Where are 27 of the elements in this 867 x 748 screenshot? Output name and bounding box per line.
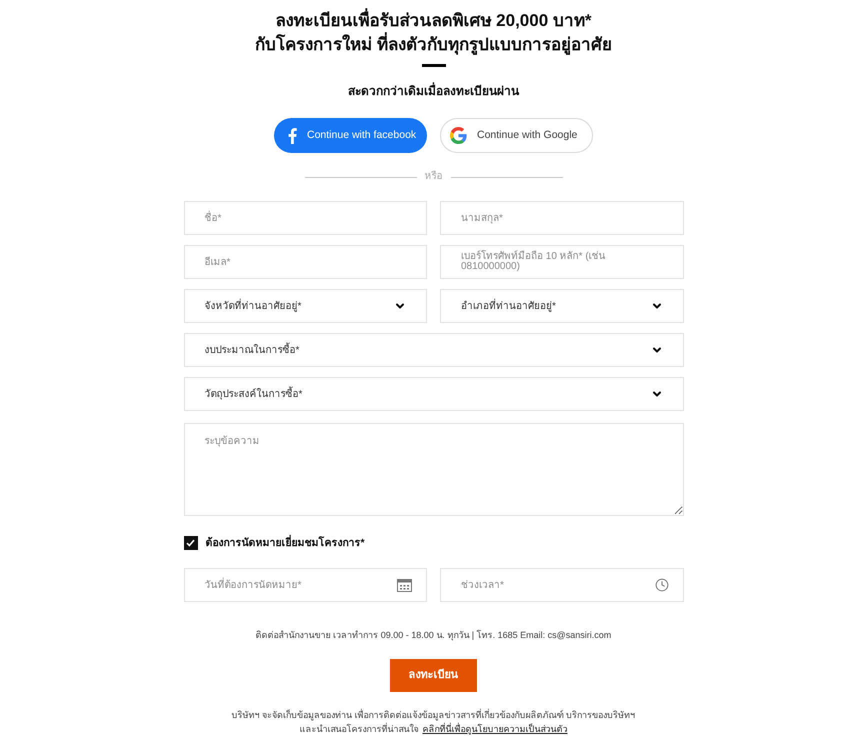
dropdown-field[interactable]: วัตถุประสงค์ในการซื้อ* <box>184 377 684 411</box>
google-login-button[interactable]: Continue with Google <box>440 118 593 153</box>
facebook-icon <box>288 128 297 144</box>
dropdown-field[interactable]: อำเภอที่ท่านอาศัยอยู่* <box>440 289 684 323</box>
dropdown-field[interactable]: งบประมาณในการซื้อ* <box>184 333 684 367</box>
page-title: ลงทะเบียนเพื่อรับส่วนลดพิเศษ 20,000 บาท* กับโครงการใหม่ ที่ลงตัวกับทุกรูปแบบการอยู่อาศัย <box>255 9 612 57</box>
text-field[interactable]: นามสกุล* <box>440 201 684 235</box>
title-accent-bar <box>422 64 446 67</box>
checkbox[interactable] <box>184 536 198 550</box>
date-field[interactable]: วันที่ต้องการนัดหมาย* <box>184 568 427 602</box>
text-field[interactable]: ชื่อ* <box>184 201 427 235</box>
privacy-policy-link[interactable]: คลิกที่นี่เพื่อดูนโยบายความเป็นส่วนตัว <box>422 724 568 734</box>
contact-info: ติดต่อสำนักงานขาย เวลาทำการ 09.00 - 18.00 น. ทุกวัน | โทร. 1685 Email: cs@sansiri.com <box>256 628 612 642</box>
phone-field[interactable]: เบอร์โทรศัพท์มือถือ 10 หลัก* (เช่น 0810000000) <box>440 245 684 279</box>
separator-text: หรือ <box>424 170 442 184</box>
message-field[interactable]: ระบุข้อความ <box>184 423 684 516</box>
subtitle: สะดวกกว่าเดิมเมื่อลงทะเบียนผ่าน <box>348 82 519 100</box>
text-field[interactable]: อีเมล* <box>184 245 427 279</box>
checkbox-label: ต้องการนัดหมายเยี่ยมชมโครงการ* <box>206 535 365 551</box>
facebook-login-button[interactable]: Continue with facebook <box>274 118 427 153</box>
google-icon <box>450 127 467 144</box>
register-button[interactable]: ลงทะเบียน <box>390 659 477 692</box>
time-field[interactable]: ช่วงเวลา* <box>440 568 684 602</box>
dropdown-field[interactable]: จังหวัดที่ท่านอาศัยอยู่* <box>184 289 427 323</box>
privacy-notice: บริษัทฯ จะจัดเก็บข้อมูลของท่าน เพื่อการติดต่อแจ้งข้อมูลข่าวสารที่เกี่ยวข้องกับผลิตภัณฑ์ บริการของบริษัทฯ และนำเสนอโครงการที่น่าสนใจ คลิกที่นี่เพื่อดูนโยบายความเป็นส่วนตัว <box>232 708 636 736</box>
calendar-icon <box>397 578 412 592</box>
clock-icon <box>654 578 668 592</box>
